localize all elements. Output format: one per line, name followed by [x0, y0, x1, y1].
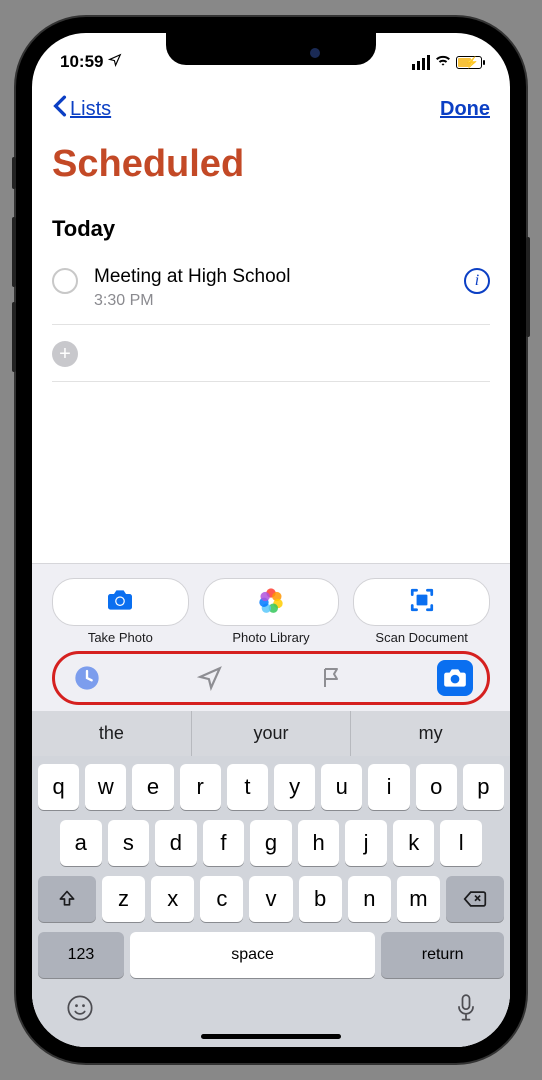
battery-icon: ⚡ — [456, 56, 482, 69]
return-key[interactable]: return — [381, 932, 504, 978]
complete-toggle[interactable] — [52, 268, 78, 294]
info-button[interactable]: i — [464, 268, 490, 294]
plus-icon: + — [52, 341, 78, 367]
emoji-key[interactable] — [66, 994, 94, 1029]
photo-library-icon — [257, 586, 285, 619]
key-l[interactable]: l — [440, 820, 482, 866]
key-a[interactable]: a — [60, 820, 102, 866]
key-v[interactable]: v — [249, 876, 292, 922]
delete-key[interactable] — [446, 876, 504, 922]
key-h[interactable]: h — [298, 820, 340, 866]
time-tool[interactable] — [69, 660, 105, 696]
dictation-key[interactable] — [456, 994, 476, 1029]
photo-library-label: Photo Library — [203, 630, 340, 645]
reminder-time: 3:30 PM — [94, 292, 448, 310]
flag-tool[interactable] — [314, 660, 350, 696]
keyboard-suggestions: the your my — [32, 711, 510, 756]
new-reminder-row[interactable]: + — [52, 325, 490, 382]
key-p[interactable]: p — [463, 764, 504, 810]
key-c[interactable]: c — [200, 876, 243, 922]
photo-library-option[interactable]: Photo Library — [203, 578, 340, 645]
key-u[interactable]: u — [321, 764, 362, 810]
key-s[interactable]: s — [108, 820, 150, 866]
key-e[interactable]: e — [132, 764, 173, 810]
reminder-title[interactable]: Meeting at High School — [94, 266, 448, 288]
main-content: Scheduled Today Meeting at High School 3… — [32, 131, 510, 563]
wifi-icon — [434, 52, 452, 72]
scan-document-option[interactable]: Scan Document — [353, 578, 490, 645]
camera-icon — [105, 588, 135, 617]
camera-tool[interactable] — [437, 660, 473, 696]
key-q[interactable]: q — [38, 764, 79, 810]
input-accessory: Take Photo — [32, 563, 510, 1047]
key-j[interactable]: j — [345, 820, 387, 866]
key-y[interactable]: y — [274, 764, 315, 810]
signal-icon — [412, 55, 430, 70]
suggestion[interactable]: the — [32, 711, 191, 756]
key-o[interactable]: o — [416, 764, 457, 810]
key-d[interactable]: d — [155, 820, 197, 866]
take-photo-label: Take Photo — [52, 630, 189, 645]
back-label: Lists — [70, 98, 111, 121]
done-button[interactable]: Done — [440, 98, 490, 121]
take-photo-option[interactable]: Take Photo — [52, 578, 189, 645]
shift-key[interactable] — [38, 876, 96, 922]
back-button[interactable]: Lists — [52, 95, 111, 123]
space-key[interactable]: space — [130, 932, 375, 978]
key-f[interactable]: f — [203, 820, 245, 866]
nav-bar: Lists Done — [32, 79, 510, 131]
suggestion[interactable]: your — [191, 711, 351, 756]
key-z[interactable]: z — [102, 876, 145, 922]
key-g[interactable]: g — [250, 820, 292, 866]
status-time: 10:59 — [60, 52, 122, 72]
scan-document-icon — [408, 587, 436, 618]
reminder-toolbar — [52, 651, 490, 705]
keyboard: qwertyuiop asdfghjkl zxcvbnm 123 space r… — [32, 756, 510, 1047]
suggestion[interactable]: my — [350, 711, 510, 756]
notch — [166, 33, 376, 65]
chevron-left-icon — [52, 95, 68, 123]
key-k[interactable]: k — [393, 820, 435, 866]
key-i[interactable]: i — [368, 764, 409, 810]
page-title: Scheduled — [52, 143, 490, 186]
key-b[interactable]: b — [299, 876, 342, 922]
key-w[interactable]: w — [85, 764, 126, 810]
key-t[interactable]: t — [227, 764, 268, 810]
home-indicator[interactable] — [201, 1034, 341, 1039]
key-x[interactable]: x — [151, 876, 194, 922]
key-n[interactable]: n — [348, 876, 391, 922]
numbers-key[interactable]: 123 — [38, 932, 124, 978]
location-tool[interactable] — [192, 660, 228, 696]
section-header: Today — [52, 216, 490, 242]
key-r[interactable]: r — [180, 764, 221, 810]
reminder-row[interactable]: Meeting at High School 3:30 PM i — [52, 258, 490, 325]
key-m[interactable]: m — [397, 876, 440, 922]
scan-document-label: Scan Document — [353, 630, 490, 645]
location-arrow-icon — [108, 52, 122, 72]
